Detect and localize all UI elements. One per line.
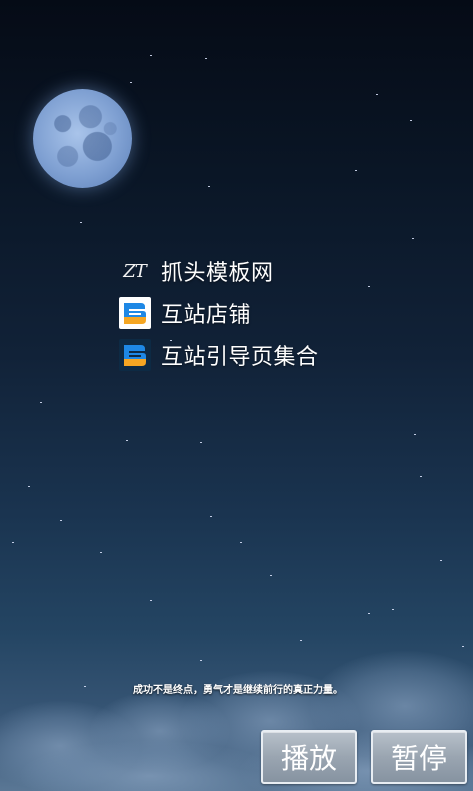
link-huzhan-store[interactable]: 互站店铺 [118, 292, 319, 334]
zt-logo-icon: ZT [123, 260, 146, 282]
star [208, 186, 210, 187]
star [126, 440, 128, 441]
star [368, 286, 370, 287]
star [414, 434, 416, 435]
star [440, 560, 442, 561]
star [355, 170, 357, 171]
star [412, 238, 414, 239]
link-huzhan-guide-collection[interactable]: 互站引导页集合 [118, 334, 319, 376]
star [150, 55, 152, 56]
huzhan-logo-dark-icon [118, 339, 151, 372]
star [40, 402, 42, 403]
slogan-text: 成功不是终点，勇气才是继续前行的真正力量。 [133, 685, 343, 696]
star [420, 476, 422, 477]
pause-button[interactable]: 暂停 [371, 730, 467, 784]
night-sky-background [0, 0, 473, 791]
star [100, 552, 102, 553]
link-zhuatou-template[interactable]: ZT 抓头模板网 [118, 250, 319, 292]
link-label: 互站店铺 [161, 303, 252, 328]
star [80, 222, 82, 223]
star [28, 486, 30, 487]
star [410, 120, 412, 121]
moon-image [33, 89, 132, 188]
star [150, 600, 152, 601]
star [210, 516, 212, 517]
star [368, 613, 370, 614]
huzhan-logo-icon [118, 297, 151, 330]
star [200, 442, 202, 443]
star [12, 542, 14, 543]
star [270, 575, 272, 576]
star [392, 609, 394, 610]
link-list: ZT 抓头模板网 互站店铺 互站引导页集合 [118, 250, 319, 376]
star [205, 58, 207, 59]
star [240, 542, 242, 543]
star [376, 94, 378, 95]
link-label: 抓头模板网 [161, 261, 274, 286]
star [130, 82, 132, 83]
play-button[interactable]: 播放 [261, 730, 357, 784]
star [60, 520, 62, 521]
link-label: 互站引导页集合 [161, 345, 319, 370]
